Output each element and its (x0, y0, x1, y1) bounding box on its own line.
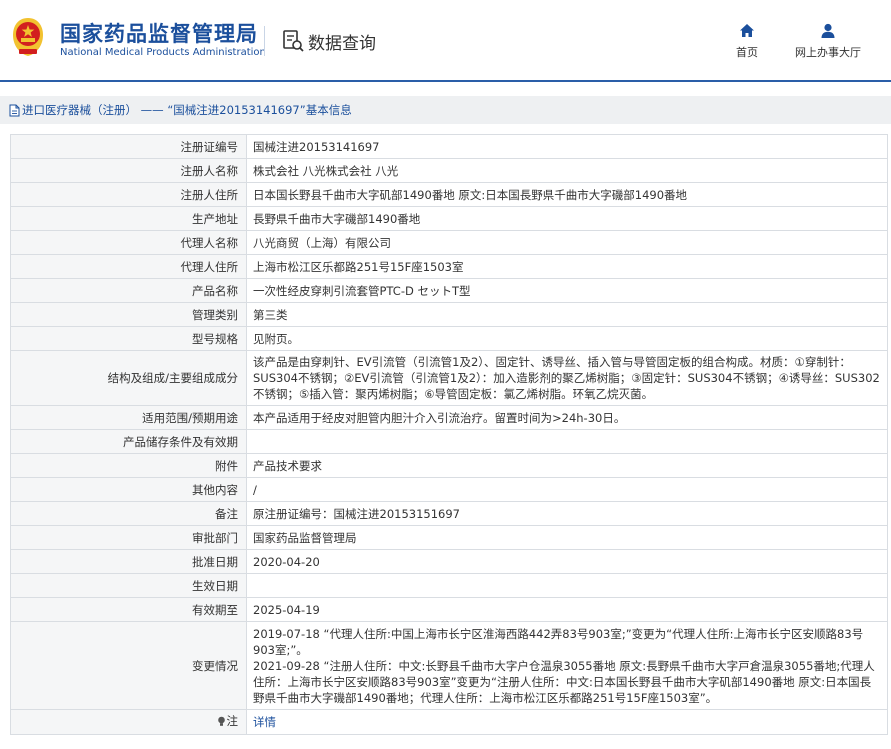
table-row: 注册证编号 国械注进20153141697 (10, 134, 888, 159)
nav-online-office-label[interactable]: 网上办事大厅 (795, 44, 861, 60)
breadcrumb-category[interactable]: 进口医疗器械（注册） (22, 102, 137, 118)
field-value: 上海市松江区乐都路251号15F座1503室 (246, 254, 888, 279)
nav-online-office[interactable]: 网上办事大厅 (795, 22, 861, 60)
changes-label: 变更情况 (10, 621, 247, 710)
field-label: 备注 (10, 501, 247, 526)
table-row: 生效日期 (10, 573, 888, 598)
home-icon[interactable] (738, 22, 756, 40)
table-row: 审批部门 国家药品监督管理局 (10, 525, 888, 550)
details-link[interactable]: 详情 (253, 715, 276, 729)
field-value: 产品技术要求 (246, 453, 888, 478)
data-query-title: 数据查询 (282, 28, 376, 54)
org-name-en[interactable]: National Medical Products Administration (60, 47, 266, 58)
field-label: 管理类别 (10, 302, 247, 327)
field-label: 其他内容 (10, 477, 247, 502)
changes-value: 2019-07-18 “代理人住所:中国上海市长宁区淮海西路442弄83号903… (246, 621, 888, 710)
field-value: 2020-04-20 (246, 549, 888, 574)
field-label: 产品储存条件及有效期 (10, 429, 247, 454)
field-value: 国械注进20153141697 (246, 134, 888, 159)
breadcrumb-separator: —— (137, 103, 168, 117)
data-query-icon (283, 30, 304, 52)
nav-home-label[interactable]: 首页 (736, 44, 758, 60)
table-row: 管理类别 第三类 (10, 302, 888, 327)
table-row: 批准日期 2020-04-20 (10, 549, 888, 574)
table-row: 结构及组成/主要组成成分 该产品是由穿刺针、EV引流管（引流管1及2）、固定针、… (10, 350, 888, 406)
field-label: 批准日期 (10, 549, 247, 574)
note-label-wrap: 注 (217, 713, 239, 729)
table-row: 产品名称 一次性经皮穿刺引流套管PTC-D セットT型 (10, 278, 888, 303)
field-label: 代理人住所 (10, 254, 247, 279)
field-value: 本产品适用于经皮对胆管内胆汁介入引流治疗。留置时间为>24h-30日。 (246, 405, 888, 430)
table-row: 注册人住所 日本国长野县千曲市大字矶部1490番地 原文:日本国長野県千曲市大字… (10, 182, 888, 207)
table-row: 生产地址 長野県千曲市大字磯部1490番地 (10, 206, 888, 231)
table-row: 其他内容 / (10, 477, 888, 502)
table-row: 代理人住所 上海市松江区乐都路251号15F座1503室 (10, 254, 888, 279)
field-value: 2025-04-19 (246, 597, 888, 622)
table-row: 适用范围/预期用途 本产品适用于经皮对胆管内胆汁介入引流治疗。留置时间为>24h… (10, 405, 888, 430)
field-value: 一次性经皮穿刺引流套管PTC-D セットT型 (246, 278, 888, 303)
field-value: 株式会社 八光株式会社 八光 (246, 158, 888, 183)
table-row: 附件 产品技术要求 (10, 453, 888, 478)
field-value: 八光商贸（上海）有限公司 (246, 230, 888, 255)
site-header: 国家药品监督管理局 National Medical Products Admi… (0, 0, 891, 82)
table-row-changes: 变更情况 2019-07-18 “代理人住所:中国上海市长宁区淮海西路442弄8… (10, 621, 888, 710)
record-detail-table: 注册证编号 国械注进20153141697 注册人名称 株式会社 八光株式会社 … (10, 134, 888, 735)
change-entry: 2019-07-18 “代理人住所:中国上海市长宁区淮海西路442弄83号903… (253, 626, 864, 657)
header-divider (264, 26, 265, 56)
change-entry: 2021-09-28 “注册人住所：中文:长野县千曲市大字户仓温泉3055番地 … (253, 658, 875, 705)
field-value (246, 429, 888, 454)
table-row: 代理人名称 八光商贸（上海）有限公司 (10, 230, 888, 255)
field-label: 适用范围/预期用途 (10, 405, 247, 430)
field-value: 见附页。 (246, 326, 888, 351)
nav-home[interactable]: 首页 (736, 22, 758, 60)
user-icon[interactable] (819, 22, 837, 40)
field-label: 生产地址 (10, 206, 247, 231)
document-icon (9, 104, 20, 116)
field-value: / (246, 477, 888, 502)
table-row: 型号规格 见附页。 (10, 326, 888, 351)
field-label: 注册人住所 (10, 182, 247, 207)
field-value: 日本国长野县千曲市大字矶部1490番地 原文:日本国長野県千曲市大字磯部1490… (246, 182, 888, 207)
field-label: 型号规格 (10, 326, 247, 351)
field-value: 国家药品监督管理局 (246, 525, 888, 550)
breadcrumb-title: “国械注进20153141697”基本信息 (167, 103, 352, 117)
note-value: 详情 (246, 709, 888, 735)
table-row: 备注 原注册证编号：国械注进20153151697 (10, 501, 888, 526)
note-label-cell: 注 (10, 709, 247, 735)
field-label: 附件 (10, 453, 247, 478)
field-label: 审批部门 (10, 525, 247, 550)
field-label: 注册人名称 (10, 158, 247, 183)
field-value: 原注册证编号：国械注进20153151697 (246, 501, 888, 526)
field-label: 结构及组成/主要组成成分 (10, 350, 247, 406)
org-name-cn[interactable]: 国家药品监督管理局 (60, 18, 258, 48)
field-label: 产品名称 (10, 278, 247, 303)
lightbulb-icon (217, 716, 225, 726)
table-row: 产品储存条件及有效期 (10, 429, 888, 454)
field-label: 有效期至 (10, 597, 247, 622)
breadcrumb: 进口医疗器械（注册） —— “国械注进20153141697”基本信息 (0, 96, 891, 124)
field-label: 注册证编号 (10, 134, 247, 159)
national-emblem-icon[interactable] (10, 16, 46, 58)
field-value: 長野県千曲市大字磯部1490番地 (246, 206, 888, 231)
field-label: 生效日期 (10, 573, 247, 598)
data-query-label: 数据查询 (308, 33, 376, 54)
field-value: 该产品是由穿刺针、EV引流管（引流管1及2）、固定针、诱导丝、插入管与导管固定板… (246, 350, 888, 406)
field-label: 代理人名称 (10, 230, 247, 255)
field-value: 第三类 (246, 302, 888, 327)
table-row-note: 注 详情 (10, 709, 888, 735)
table-row: 注册人名称 株式会社 八光株式会社 八光 (10, 158, 888, 183)
note-label: 注 (226, 714, 239, 728)
field-value (246, 573, 888, 598)
table-row: 有效期至 2025-04-19 (10, 597, 888, 622)
